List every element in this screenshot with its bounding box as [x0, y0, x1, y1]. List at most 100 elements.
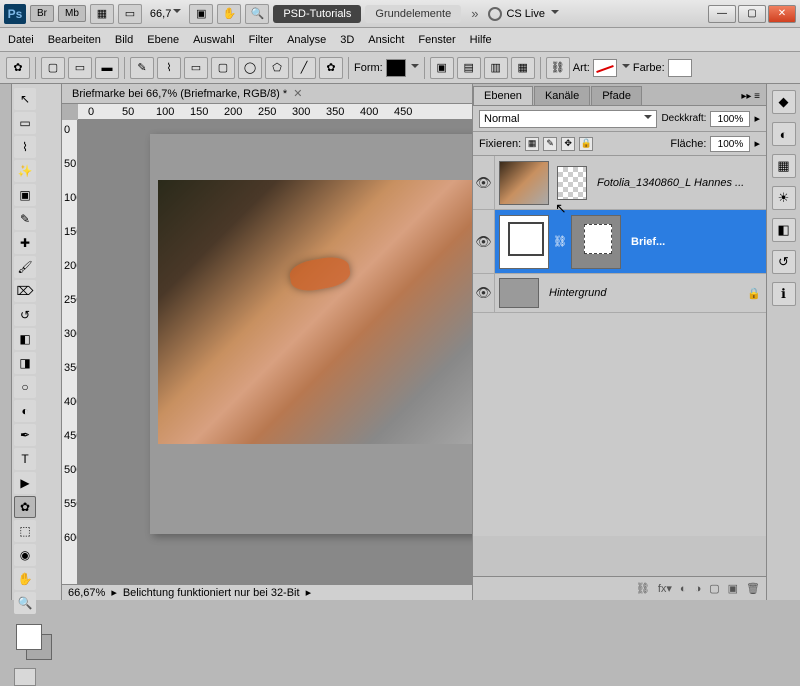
adjustments-panel-icon[interactable]: ☀ [772, 186, 796, 210]
layer-mask-thumbnail[interactable] [571, 215, 621, 269]
visibility-icon[interactable]: 👁 [473, 274, 495, 312]
rect-icon[interactable]: ▭ [184, 57, 208, 79]
layer-name[interactable]: Fotolia_1340860_L Hannes ... [591, 177, 766, 189]
menu-fenster[interactable]: Fenster [418, 34, 455, 46]
layer-name[interactable]: Hintergrund [543, 287, 742, 299]
crop-tool[interactable]: ▣ [14, 184, 36, 206]
zoom-icon[interactable]: 🔍 [245, 4, 269, 24]
minibridge-button[interactable]: Mb [58, 5, 86, 22]
wand-tool[interactable]: ✨ [14, 160, 36, 182]
ruler-horizontal[interactable]: 050100150200250300350400450 [78, 104, 472, 120]
adjustment-icon[interactable]: ◑ [695, 583, 702, 595]
eyedropper-tool[interactable]: ✎ [14, 208, 36, 230]
shape-layer-icon[interactable]: ▢ [41, 57, 65, 79]
tool-preset-icon[interactable]: ✿ [6, 57, 30, 79]
move-tool[interactable]: ↖ [14, 88, 36, 110]
swatches-panel-icon[interactable]: ◐ [772, 122, 796, 146]
eraser-tool[interactable]: ◧ [14, 328, 36, 350]
art-dropdown-icon[interactable] [622, 64, 630, 72]
layer-thumbnail[interactable] [499, 215, 549, 269]
lock-move-icon[interactable]: ✥ [561, 137, 575, 151]
visibility-icon[interactable]: 👁 [473, 156, 495, 209]
ruler-vertical[interactable]: 050100150200250300350400450500550600 [62, 120, 78, 584]
layer-thumbnail[interactable] [499, 161, 549, 205]
menu-bearbeiten[interactable]: Bearbeiten [48, 34, 101, 46]
canvas-viewport[interactable] [78, 120, 472, 584]
status-zoom[interactable]: 66,67% [68, 587, 105, 599]
dodge-tool[interactable]: ◐ [14, 400, 36, 422]
bridge-button[interactable]: Br [30, 5, 54, 22]
layer-name[interactable]: Brief... [625, 236, 766, 248]
blur-tool[interactable]: ○ [14, 376, 36, 398]
minimize-button[interactable]: — [708, 5, 736, 23]
type-tool[interactable]: T [14, 448, 36, 470]
menu-ebene[interactable]: Ebene [147, 34, 179, 46]
workspace-more-icon[interactable]: » [465, 6, 484, 21]
menu-datei[interactable]: Datei [8, 34, 34, 46]
pen-icon[interactable]: ✎ [130, 57, 154, 79]
layer-row[interactable]: 👁 Hintergrund 🔒 [473, 274, 766, 313]
mask-icon[interactable]: ◐ [680, 583, 687, 595]
tab-ebenen[interactable]: Ebenen [473, 86, 533, 105]
custom-shape-icon[interactable]: ✿ [319, 57, 343, 79]
group-icon[interactable]: ▢ [709, 582, 719, 595]
visibility-icon[interactable]: 👁 [473, 210, 495, 273]
combine-excl-icon[interactable]: ▦ [511, 57, 535, 79]
quick-mask-toggle[interactable] [14, 668, 36, 686]
document-tab[interactable]: Briefmarke bei 66,7% (Briefmarke, RGB/8)… [62, 84, 472, 104]
opacity-input[interactable]: 100% [710, 111, 750, 127]
line-icon[interactable]: ╱ [292, 57, 316, 79]
camera-tool[interactable]: ◉ [14, 544, 36, 566]
screen-mode-icon[interactable]: ▣ [189, 4, 213, 24]
hand-icon[interactable]: ✋ [217, 4, 241, 24]
panel-menu-icon[interactable]: ▸▸ ≡ [735, 88, 766, 105]
color-panel-icon[interactable]: ◆ [772, 90, 796, 114]
combine-sub-icon[interactable]: ▤ [457, 57, 481, 79]
combine-add-icon[interactable]: ▣ [430, 57, 454, 79]
fill-icon[interactable]: ▬ [95, 57, 119, 79]
link-layers-icon[interactable]: ⛓ [636, 582, 650, 595]
document-close-icon[interactable]: ✕ [293, 87, 302, 100]
link-icon[interactable]: ⛓ [546, 57, 570, 79]
pen-tool[interactable]: ✒ [14, 424, 36, 446]
tab-pfade[interactable]: Pfade [591, 86, 642, 105]
info-panel-icon[interactable]: ℹ [772, 282, 796, 306]
menu-3d[interactable]: 3D [340, 34, 354, 46]
shape-tool[interactable]: ✿ [14, 496, 36, 518]
workspace-tab-2[interactable]: Grundelemente [365, 5, 461, 23]
arrange-docs-icon[interactable]: ▭ [118, 4, 142, 24]
lock-all-icon[interactable]: 🔒 [579, 137, 593, 151]
new-layer-icon[interactable]: ▣ [728, 582, 738, 595]
styles-panel-icon[interactable]: ▦ [772, 154, 796, 178]
form-dropdown-icon[interactable] [411, 64, 419, 72]
lock-brush-icon[interactable]: ✎ [543, 137, 557, 151]
menu-ansicht[interactable]: Ansicht [368, 34, 404, 46]
ellipse-icon[interactable]: ◯ [238, 57, 262, 79]
blend-mode-dropdown[interactable]: Normal [479, 110, 657, 128]
zoom-level[interactable]: 66,7 [146, 8, 185, 20]
menu-filter[interactable]: Filter [249, 34, 273, 46]
menu-auswahl[interactable]: Auswahl [193, 34, 235, 46]
form-shape-picker[interactable] [386, 59, 406, 77]
maximize-button[interactable]: ▢ [738, 5, 766, 23]
menu-bild[interactable]: Bild [115, 34, 133, 46]
tab-kanale[interactable]: Kanäle [534, 86, 590, 105]
lock-pixels-icon[interactable]: ▦ [525, 137, 539, 151]
fx-icon[interactable]: fx▾ [658, 582, 672, 595]
brush-tool[interactable]: 🖌 [14, 256, 36, 278]
masks-panel-icon[interactable]: ◧ [772, 218, 796, 242]
art-style-picker[interactable] [593, 59, 617, 77]
freeform-icon[interactable]: ⌇ [157, 57, 181, 79]
layer-thumbnail[interactable] [499, 278, 539, 308]
hand-tool[interactable]: ✋ [14, 568, 36, 590]
history-panel-icon[interactable]: ↺ [772, 250, 796, 274]
delete-layer-icon[interactable]: 🗑 [746, 582, 760, 595]
left-dock-rail[interactable] [0, 84, 12, 600]
fill-input[interactable]: 100% [710, 136, 750, 152]
heal-tool[interactable]: ✚ [14, 232, 36, 254]
layer-mask-thumbnail[interactable] [557, 166, 587, 200]
color-swatches[interactable] [14, 622, 58, 662]
workspace-tab-1[interactable]: PSD-Tutorials [273, 5, 361, 23]
menu-hilfe[interactable]: Hilfe [470, 34, 492, 46]
color-picker[interactable] [668, 59, 692, 77]
